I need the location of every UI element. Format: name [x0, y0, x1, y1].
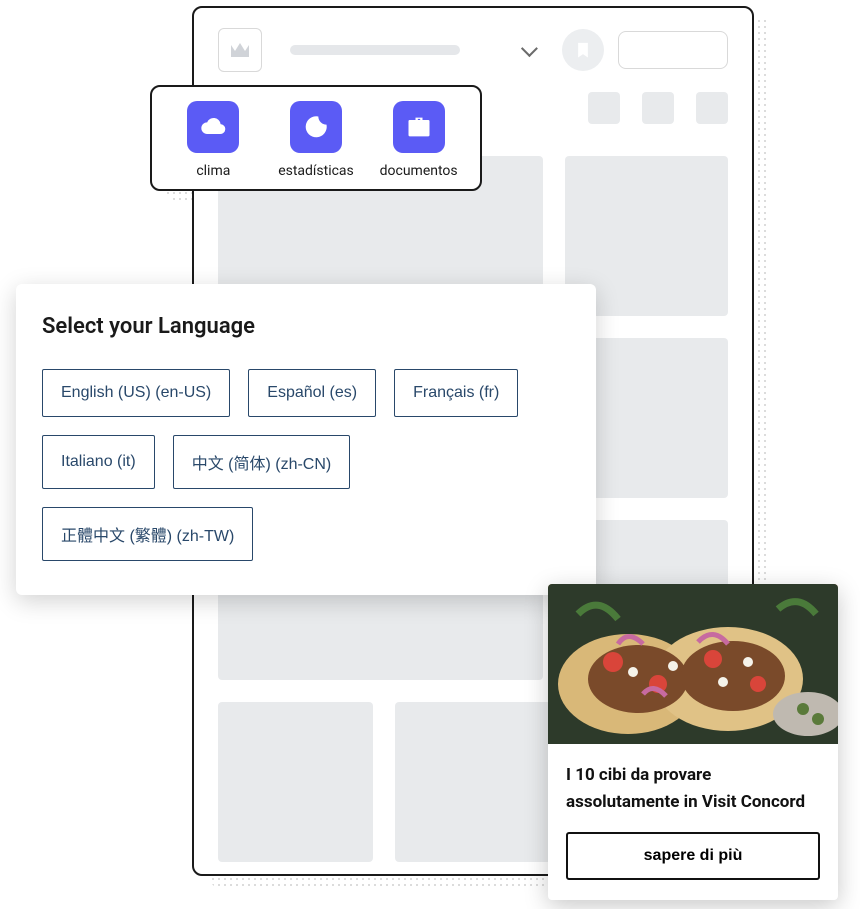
- bookmark-button[interactable]: [562, 29, 604, 71]
- toolbar-square[interactable]: [696, 92, 728, 124]
- app-item-documentos[interactable]: documentos: [369, 101, 469, 179]
- language-option-en-us[interactable]: English (US) (en-US): [42, 369, 230, 417]
- article-card: I 10 cibi da provare assolutamente in Vi…: [548, 584, 838, 900]
- app-label: estadísticas: [278, 163, 354, 179]
- language-options: English (US) (en-US) Español (es) França…: [42, 369, 570, 561]
- crown-icon: [228, 38, 252, 62]
- app-label: documentos: [380, 163, 458, 179]
- skeleton-card: [218, 702, 373, 862]
- briefcase-icon: [393, 101, 445, 153]
- app-item-estadisticas[interactable]: estadísticas: [266, 101, 366, 179]
- language-option-zh-tw[interactable]: 正體中文 (繁體) (zh-TW): [42, 507, 253, 561]
- language-selector-panel: Select your Language English (US) (en-US…: [16, 284, 596, 595]
- cloud-icon: [187, 101, 239, 153]
- article-title: I 10 cibi da provare assolutamente in Vi…: [548, 744, 838, 832]
- toolbar-square[interactable]: [588, 92, 620, 124]
- moon-icon: [290, 101, 342, 153]
- language-option-it[interactable]: Italiano (it): [42, 435, 155, 489]
- dropdown-field[interactable]: [276, 35, 548, 65]
- header-button[interactable]: [618, 31, 728, 69]
- app-label: clima: [196, 163, 230, 179]
- app-item-clima[interactable]: clima: [163, 101, 263, 179]
- bookmark-icon: [574, 39, 592, 61]
- article-cta-button[interactable]: sapere di più: [566, 832, 820, 880]
- chevron-down-icon: [521, 40, 538, 57]
- language-option-es[interactable]: Español (es): [248, 369, 376, 417]
- topbar: [194, 8, 752, 82]
- language-panel-title: Select your Language: [42, 314, 570, 339]
- language-option-fr[interactable]: Français (fr): [394, 369, 518, 417]
- placeholder-line: [290, 45, 460, 55]
- apps-popover: clima estadísticas documentos: [150, 85, 482, 191]
- language-option-zh-cn[interactable]: 中文 (简体) (zh-CN): [173, 435, 351, 489]
- toolbar-square[interactable]: [642, 92, 674, 124]
- skeleton-card: [395, 702, 550, 862]
- logo[interactable]: [218, 28, 262, 72]
- article-image: [548, 584, 838, 744]
